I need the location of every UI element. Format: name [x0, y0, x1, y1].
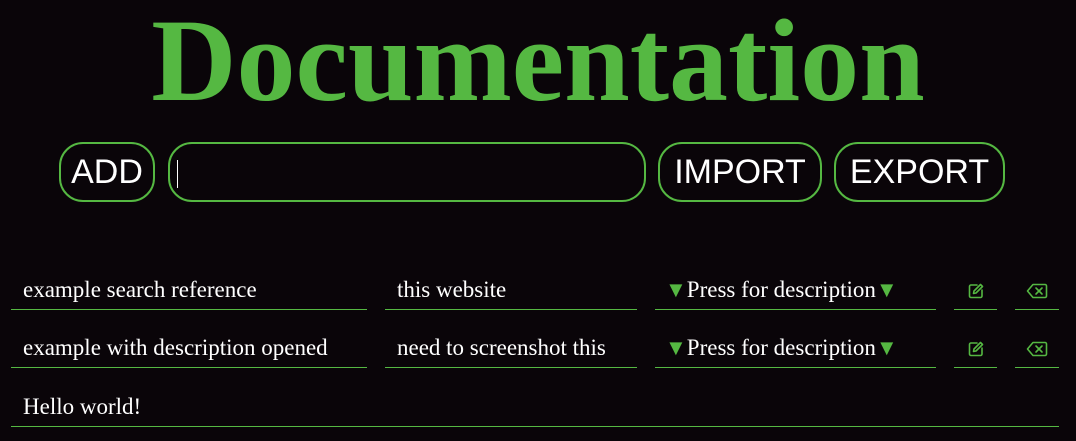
description-toggle[interactable]: ▼Press for description▼: [655, 272, 936, 310]
triangle-down-icon: ▼: [665, 277, 687, 302]
edit-icon: [968, 341, 983, 356]
triangle-down-icon: ▼: [875, 277, 898, 302]
triangle-down-icon: ▼: [875, 335, 898, 360]
entry-link[interactable]: need to screenshot this: [385, 330, 606, 366]
backspace-icon: [1026, 341, 1048, 356]
entry-name: example with description opened: [23, 335, 328, 360]
export-button[interactable]: EXPORT: [834, 142, 1005, 202]
edit-button[interactable]: [954, 330, 997, 368]
entry-link[interactable]: this website: [385, 272, 506, 308]
entry-link-cell: need to screenshot this: [385, 330, 637, 368]
entry-name-cell: example with description opened: [11, 330, 367, 368]
entry-link-cell: this website: [385, 272, 637, 310]
edit-button[interactable]: [954, 272, 997, 310]
page-title: Documentation: [151, 0, 925, 126]
description-toggle-label: Press for description: [686, 335, 876, 360]
text-caret: [177, 160, 178, 188]
edit-icon: [968, 283, 983, 298]
delete-button[interactable]: [1015, 272, 1059, 310]
entry-name-cell: example search reference: [11, 272, 367, 310]
description-panel: Hello world!: [11, 389, 1059, 427]
delete-button[interactable]: [1015, 330, 1059, 368]
triangle-down-icon: ▼: [665, 335, 687, 360]
search-field-wrapper: [168, 142, 646, 202]
entry-name: example search reference: [23, 277, 257, 302]
add-button[interactable]: ADD: [59, 142, 155, 202]
description-toggle-label: Press for description: [686, 277, 876, 302]
backspace-icon: [1026, 283, 1048, 298]
description-toggle[interactable]: ▼Press for description▼: [655, 330, 936, 368]
description-text: Hello world!: [23, 394, 142, 419]
search-input[interactable]: [176, 148, 636, 196]
import-button[interactable]: IMPORT: [658, 142, 822, 202]
